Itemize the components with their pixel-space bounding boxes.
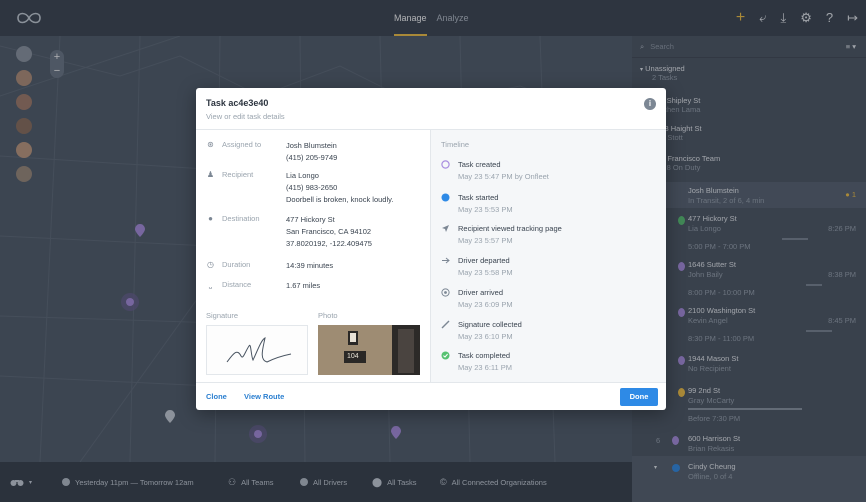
delivery-photo[interactable]: 104 (318, 325, 420, 375)
destination-line2: San Francisco, CA 94102 (286, 227, 372, 236)
timeline-panel: Timeline Task created May 23 5:47 PM by … (430, 130, 666, 382)
task-detail-modal: Task ac4e3e40 View or edit task details … (196, 88, 666, 410)
task-details: ⊛ Assigned to Josh Blumstein (415) 205-9… (196, 130, 430, 382)
modal-footer: Clone View Route Done (196, 382, 666, 410)
driver-icon: ⊛ (207, 140, 214, 149)
clock-icon: ◷ (207, 260, 214, 269)
duration-value: 14:39 minutes (286, 261, 334, 270)
modal-title: Task ac4e3e40 (206, 98, 269, 108)
destination-line1[interactable]: 477 Hickory St (286, 214, 426, 226)
pin-icon: ● (208, 214, 213, 223)
distance-value: 1.67 miles (286, 281, 321, 290)
circle-outline-icon (441, 160, 450, 169)
signature-label: Signature (206, 311, 239, 320)
target-icon (441, 288, 450, 297)
info-icon[interactable]: i (644, 98, 656, 110)
assigned-phone: (415) 205-9749 (286, 153, 338, 162)
timeline-title: Timeline (441, 140, 470, 149)
house-number: 104 (347, 353, 359, 360)
modal-subtitle: View or edit task details (206, 112, 285, 121)
check-circle-icon (441, 351, 450, 360)
photo-label: Photo (318, 311, 338, 320)
modal-header: Task ac4e3e40 View or edit task details … (196, 88, 666, 130)
person-icon: ♟ (206, 170, 215, 179)
recipient-note: Doorbell is broken, knock loudly. (286, 195, 394, 204)
recipient-phone: (415) 983-2650 (286, 183, 338, 192)
signature-image[interactable] (206, 325, 308, 375)
view-route-button[interactable]: View Route (244, 392, 284, 401)
navigation-arrow-icon (442, 225, 449, 232)
ruler-icon: ⎵ (208, 280, 213, 289)
destination-coords: 37.8020192, -122.409475 (286, 239, 372, 248)
assigned-name[interactable]: Josh Blumstein (286, 140, 426, 152)
done-button[interactable]: Done (620, 388, 658, 406)
recipient-name[interactable]: Lia Longo (286, 170, 426, 182)
arrow-right-icon (442, 257, 450, 264)
pen-icon (441, 320, 450, 329)
clone-button[interactable]: Clone (206, 392, 227, 401)
dot-icon (441, 193, 450, 202)
